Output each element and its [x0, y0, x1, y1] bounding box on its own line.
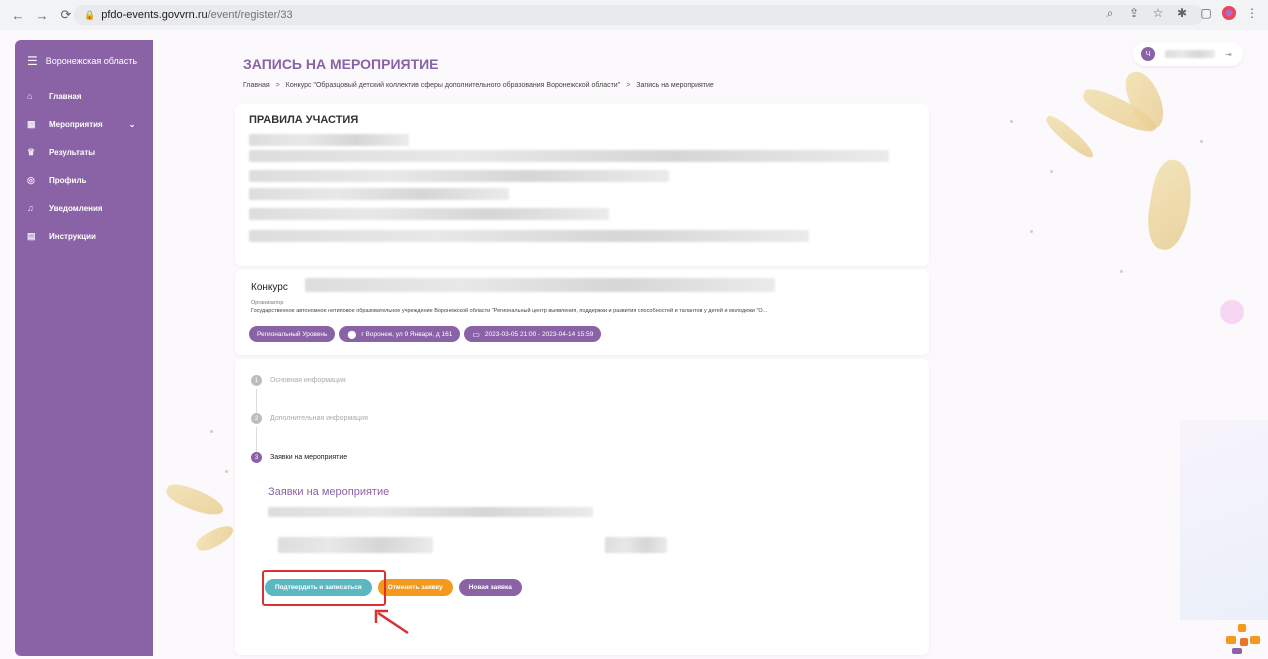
region-name: Воронежская область [45, 56, 138, 66]
bell-icon: ♫ [27, 203, 34, 213]
rules-title: ПРАВИЛА УЧАСТИЯ [249, 114, 359, 126]
address-badge: ⬤ г Воронеж, ул 9 Января, д 161 [339, 326, 461, 342]
logout-icon[interactable]: ⇥ [1225, 50, 1232, 59]
sidebar-item-label: Инструкции [49, 231, 96, 241]
sidebar-header[interactable]: ☰ Воронежская область [15, 40, 153, 82]
page: ☰ Воронежская область ⌂ Главная ▦ Меропр… [0, 30, 1268, 659]
redacted-text [249, 150, 889, 162]
redacted-text [249, 134, 409, 146]
trophy-icon: ♛ [27, 146, 36, 157]
step-basic-info[interactable]: 1 Основная информация [251, 375, 346, 386]
forward-icon[interactable]: → [32, 5, 52, 25]
breadcrumb-contest[interactable]: Конкурс "Образцовый детский коллектив сф… [286, 82, 620, 89]
sidebar-item-home[interactable]: ⌂ Главная [15, 82, 153, 110]
breadcrumb-separator: > [275, 82, 280, 89]
extensions-icon[interactable]: ✱ [1174, 5, 1190, 21]
sidebar-item-label: Мероприятия [49, 119, 103, 129]
step-applications[interactable]: 3 Заявки на мероприятие [251, 452, 347, 463]
sidebar-item-notifications[interactable]: ♫ Уведомления [15, 194, 153, 222]
level-badge: Региональный Уровень [249, 326, 336, 342]
lock-icon: 🔒 [84, 9, 96, 20]
redacted-text [249, 230, 809, 242]
redacted-status [605, 537, 667, 553]
bookmark-star-icon[interactable]: ☆ [1150, 5, 1166, 21]
new-application-button[interactable]: Новая заявка [458, 579, 522, 596]
calendar-icon: ▭ [472, 329, 480, 339]
page-title: ЗАПИСЬ НА МЕРОПРИЯТИЕ [243, 56, 439, 72]
sidebar-item-label: Главная [49, 91, 82, 101]
calendar-icon: ▦ [27, 118, 36, 129]
url-path: /event/register/33 [207, 9, 293, 21]
sidebar-item-instructions[interactable]: ▤ Инструкции [15, 222, 153, 250]
profile-avatar-icon[interactable] [1222, 6, 1236, 20]
sidebar-item-results[interactable]: ♛ Результаты [15, 138, 153, 166]
step-number: 2 [251, 413, 262, 424]
rules-card: ПРАВИЛА УЧАСТИЯ [235, 104, 929, 266]
organizer-name: Государственное автономное нетиповое обр… [251, 308, 768, 314]
back-icon[interactable]: ← [8, 5, 28, 25]
highlight-frame [262, 570, 386, 606]
arrow-annotation-icon [374, 609, 409, 635]
breadcrumb-home[interactable]: Главная [243, 82, 270, 89]
breadcrumb: Главная > Конкурс "Образцовый детский ко… [243, 82, 714, 89]
book-icon: ▤ [27, 230, 36, 241]
breadcrumb-current: Запись на мероприятие [636, 82, 714, 89]
sidepanel-icon[interactable]: ▢ [1198, 5, 1214, 21]
applications-title: Заявки на мероприятие [268, 486, 390, 498]
redacted-contest-name [305, 278, 775, 292]
steps-card: 1 Основная информация 2 Дополнительная и… [235, 359, 929, 655]
organizer-label: Организатор [251, 300, 284, 306]
sidebar: ☰ Воронежская область ⌂ Главная ▦ Меропр… [15, 40, 153, 656]
chevron-down-icon[interactable]: ⌄ [129, 120, 136, 129]
contest-card: Конкурс Организатор Государственное авто… [235, 270, 929, 355]
step-label: Заявки на мероприятие [270, 454, 348, 461]
breadcrumb-separator: > [626, 82, 631, 89]
redacted-text [268, 507, 593, 517]
sidebar-item-label: Результаты [49, 147, 96, 157]
redacted-applicant [278, 537, 433, 553]
reload-icon[interactable]: ⟳ [56, 5, 76, 25]
brand-logo-icon [1226, 624, 1260, 654]
cancel-application-button[interactable]: Отменить заявку [377, 579, 453, 596]
menu-kebab-icon[interactable]: ⋮ [1244, 5, 1260, 21]
step-label: Дополнительная информация [270, 415, 368, 422]
sidebar-item-label: Уведомления [49, 203, 103, 213]
zoom-icon[interactable]: ⌕ [1102, 5, 1118, 21]
user-menu[interactable]: Ч ⇥ [1133, 42, 1243, 66]
address-text: г Воронеж, ул 9 Января, д 161 [361, 330, 453, 338]
browser-toolbar: ← → ⟳ 🔒 pfdo-events.govvrn.ru/event/regi… [0, 0, 1268, 30]
redacted-text [249, 208, 609, 220]
sidebar-item-events[interactable]: ▦ Мероприятия ⌄ [15, 110, 153, 138]
avatar: Ч [1141, 47, 1155, 61]
home-icon: ⌂ [27, 91, 33, 101]
menu-burger-icon[interactable]: ☰ [27, 54, 38, 68]
sidebar-item-profile[interactable]: ◎ Профиль [15, 166, 153, 194]
step-number: 3 [251, 452, 262, 463]
location-pin-icon: ⬤ [347, 329, 357, 339]
dates-text: 2023-03-05 21:00 - 2023-04-14 15:59 [484, 330, 594, 338]
url-host: pfdo-events.govvrn.ru [101, 9, 208, 21]
address-bar[interactable]: 🔒 pfdo-events.govvrn.ru/event/register/3… [74, 5, 1204, 25]
user-icon: ◎ [27, 174, 35, 185]
step-number: 1 [251, 375, 262, 386]
dates-badge: ▭ 2023-03-05 21:00 - 2023-04-14 15:59 [464, 326, 602, 342]
redacted-text [249, 170, 669, 182]
redacted-text [249, 188, 509, 200]
share-icon[interactable]: ⇪ [1126, 5, 1142, 21]
redacted-username [1165, 50, 1215, 58]
contest-prefix: Конкурс [251, 282, 288, 293]
step-additional-info[interactable]: 2 Дополнительная информация [251, 413, 368, 424]
sidebar-item-label: Профиль [49, 175, 87, 185]
level-text: Региональный Уровень [257, 330, 328, 338]
step-label: Основная информация [270, 377, 346, 384]
